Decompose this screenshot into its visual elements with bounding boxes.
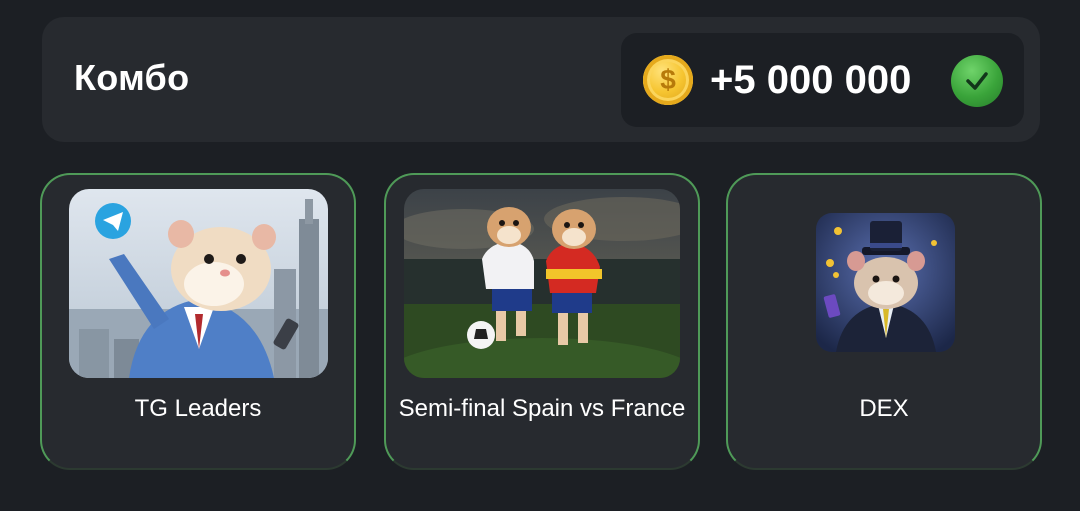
combo-title: Комбо (74, 57, 190, 98)
card-image-hamsters-football (404, 189, 680, 378)
card-image-hamster-telegram (69, 189, 328, 378)
combo-card-tg-leaders[interactable]: TG Leaders (40, 173, 356, 470)
combo-reward-value: +5 000 000 (710, 58, 912, 102)
card-image-hamster-top-hat (816, 213, 955, 352)
combo-reward-pill: $ +5 000 000 (621, 33, 1024, 127)
combo-card-dex[interactable]: DEX (726, 173, 1042, 470)
gold-coin-icon: $ (643, 55, 693, 105)
card-label: TG Leaders (134, 395, 262, 422)
combo-header: Комбо $ +5 000 000 (42, 17, 1040, 142)
combo-card-semi-final[interactable]: Semi-final Spain vs France (384, 173, 700, 470)
check-circle-icon (951, 55, 1003, 107)
card-label: Semi-final Spain vs France (398, 395, 686, 422)
card-label: DEX (859, 395, 909, 422)
